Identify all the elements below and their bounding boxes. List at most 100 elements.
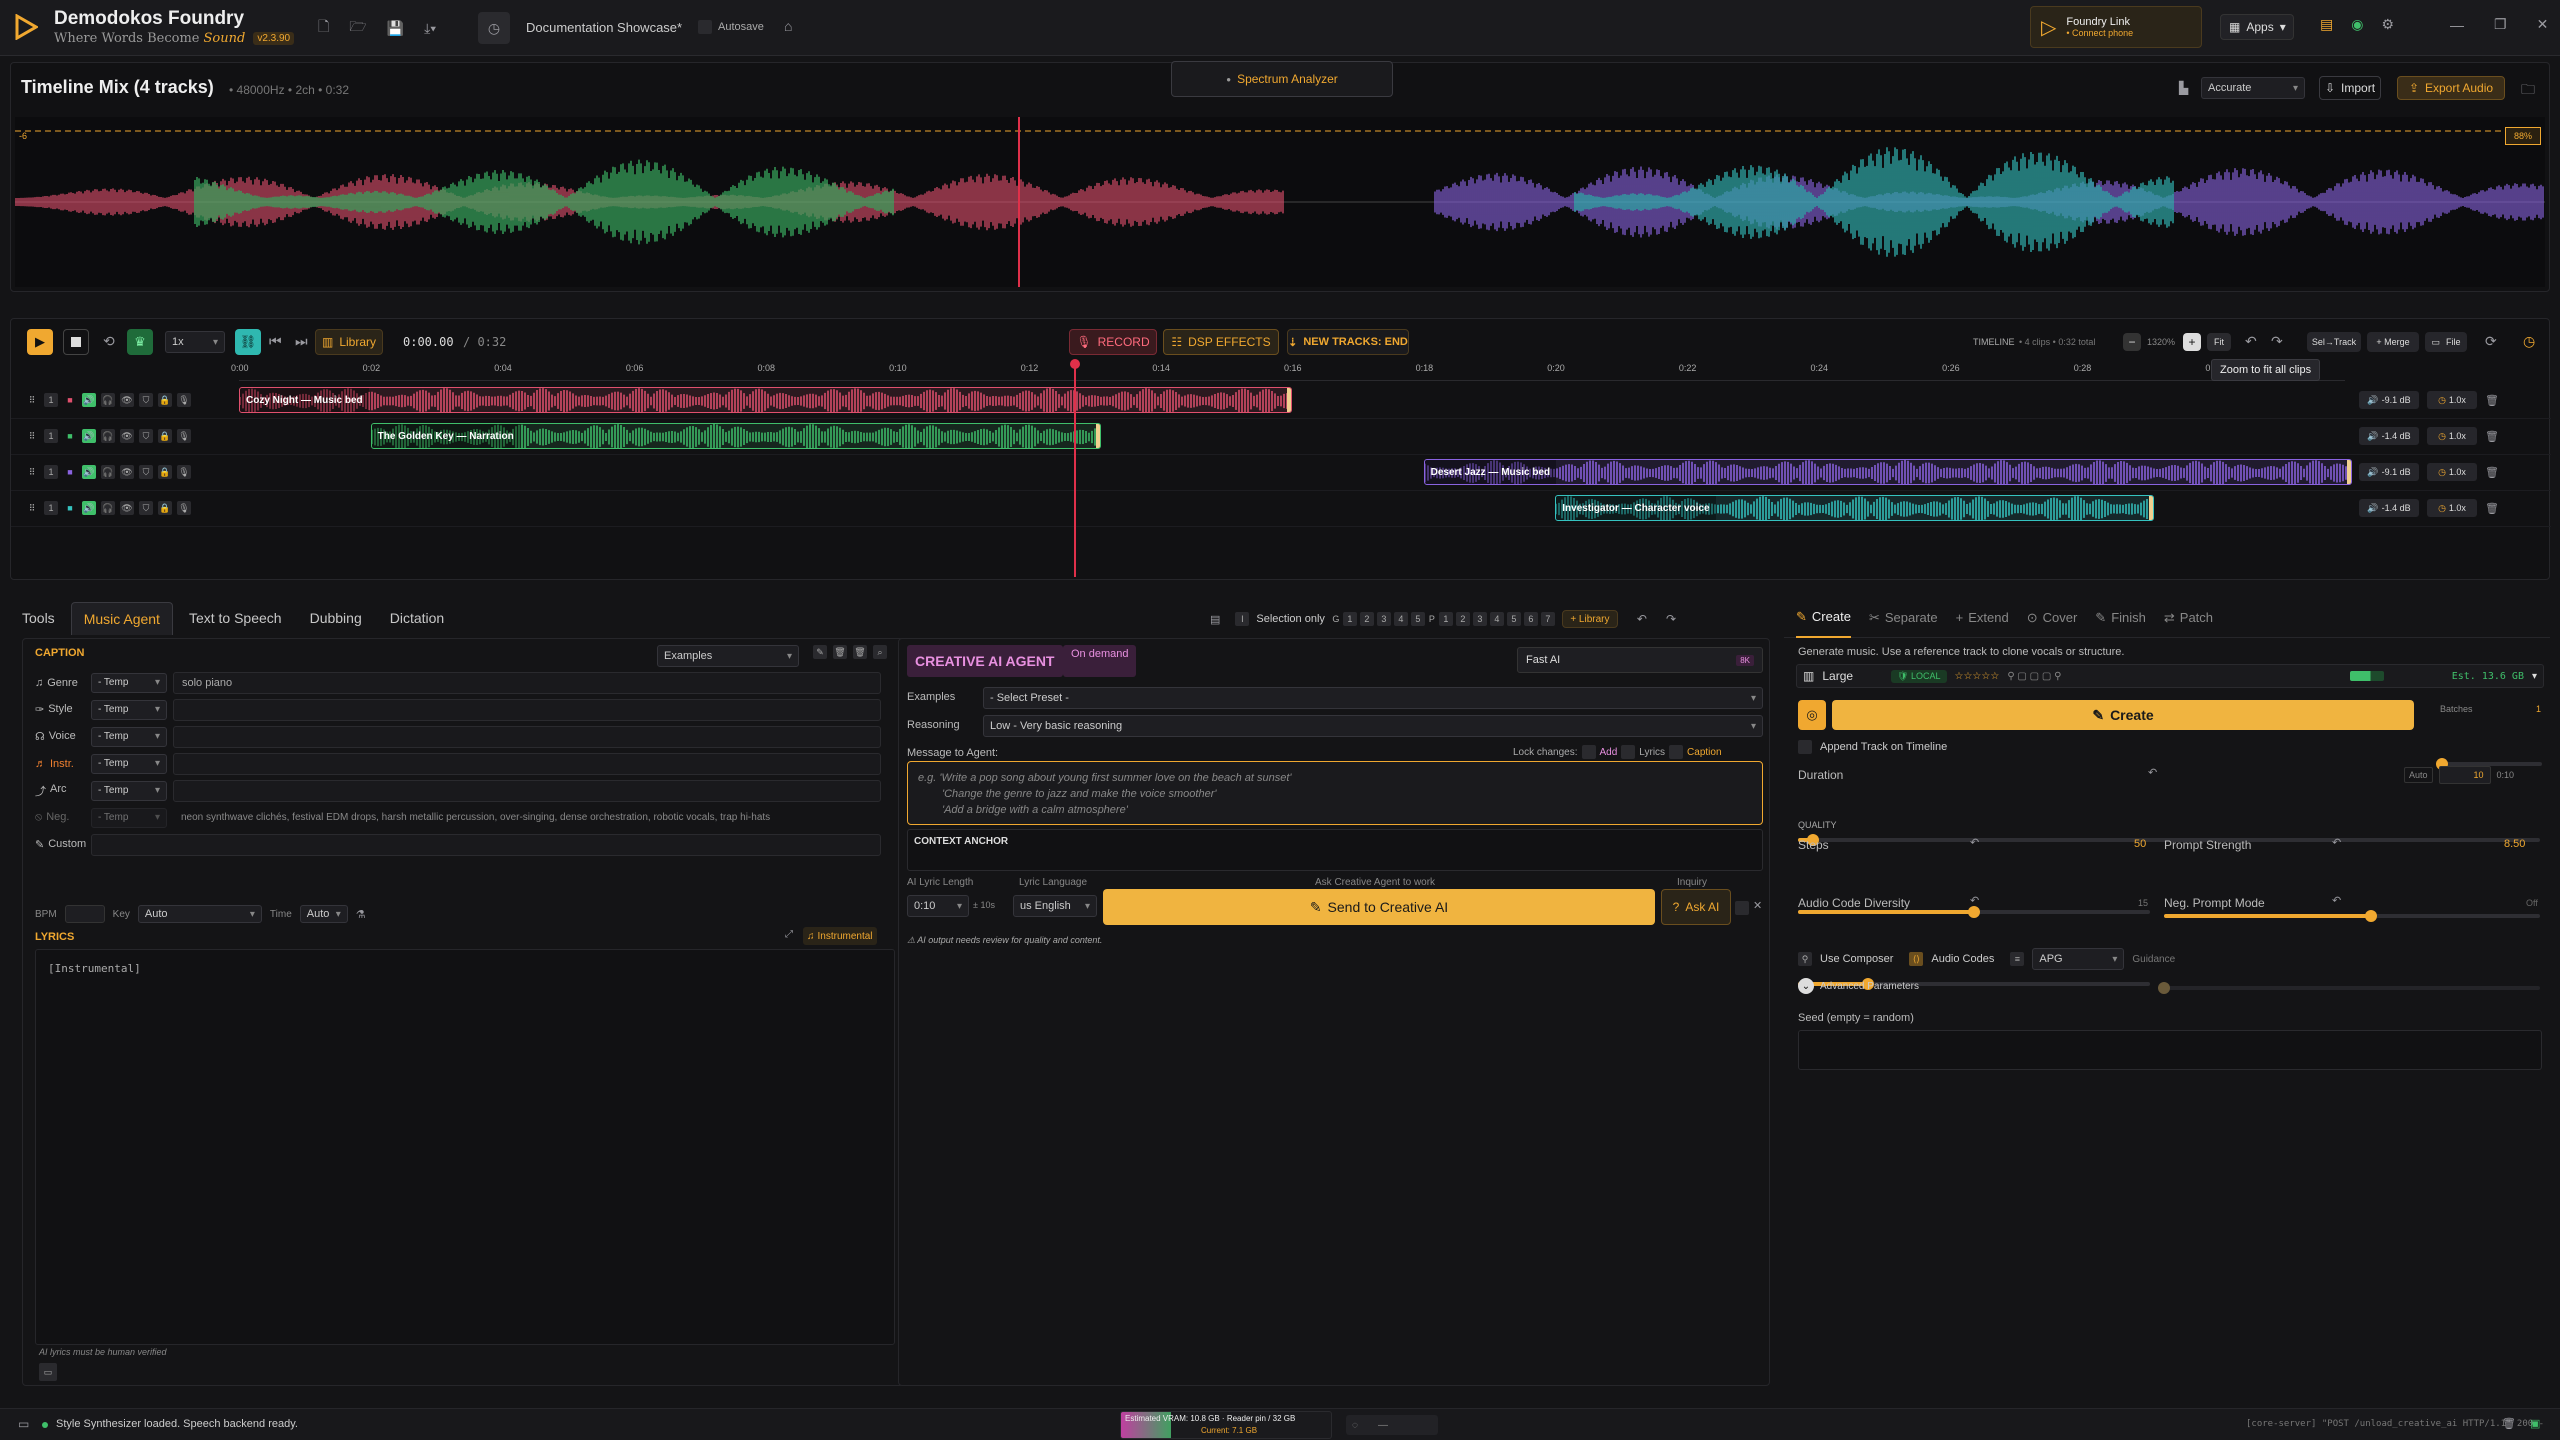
merge-button[interactable]: + Merge: [2367, 332, 2419, 352]
accuracy-select[interactable]: Accurate: [2201, 77, 2305, 99]
home-icon[interactable]: ⌂: [784, 18, 792, 34]
clip-trim-handle[interactable]: [2149, 496, 2154, 520]
brush-icon[interactable]: ✎: [813, 645, 827, 659]
time-sig-select[interactable]: Auto: [299, 905, 348, 923]
play-button[interactable]: ▶: [27, 329, 53, 355]
tab-patch[interactable]: ⇄ Patch: [2164, 598, 2213, 638]
visibility-icon[interactable]: 👁: [120, 393, 134, 407]
clip-trim-handle[interactable]: [1287, 388, 1291, 412]
settings-gear-icon[interactable]: ⚙: [2381, 16, 2394, 33]
tab-finish[interactable]: ✎ Finish: [2095, 598, 2146, 638]
comment-icon[interactable]: ▭: [39, 1363, 57, 1381]
trash-icon[interactable]: 🗑: [853, 645, 867, 659]
new-file-icon[interactable]: 🗋: [318, 16, 329, 40]
folder-icon[interactable]: 🗀: [2521, 79, 2535, 103]
save-icon[interactable]: 💾: [387, 20, 404, 37]
arm-icon[interactable]: 🎙: [177, 429, 191, 443]
track-volume[interactable]: 🔊 -9.1 dB: [2359, 463, 2419, 481]
tab-create[interactable]: ✎ Create: [1796, 598, 1851, 638]
tab-tools[interactable]: Tools: [10, 602, 67, 634]
send-creative-ai-button[interactable]: ✎ Send to Creative AI: [1103, 889, 1655, 925]
middle-redo-icon[interactable]: ↷: [1666, 612, 1676, 626]
track-volume[interactable]: 🔊 -1.4 dB: [2359, 427, 2419, 445]
lock-lyrics-checkbox[interactable]: [1621, 745, 1636, 759]
sel-to-track-button[interactable]: Sel→Track: [2307, 332, 2361, 352]
track-rate[interactable]: ◷ 1.0x: [2427, 463, 2477, 481]
preset-select[interactable]: - Select Preset -: [983, 687, 1763, 709]
lock-add-checkbox[interactable]: [1581, 745, 1596, 759]
append-checkbox[interactable]: [1798, 740, 1812, 754]
track-color-icon[interactable]: ■: [63, 429, 77, 443]
temperature-select[interactable]: - Temp: [91, 753, 167, 774]
delete-track-icon[interactable]: 🗑: [2485, 394, 2499, 407]
speed-select[interactable]: 1x: [165, 331, 225, 353]
export-audio-button[interactable]: ⇪ Export Audio: [2397, 76, 2505, 100]
timeline-clip[interactable]: Desert Jazz — Music bed: [1423, 459, 2352, 485]
middle-undo-icon[interactable]: ↶: [1637, 612, 1647, 626]
drag-handle-icon[interactable]: ⠿: [25, 393, 39, 407]
skip-forward-icon[interactable]: ⏭: [295, 333, 308, 350]
caption-examples-select[interactable]: Examples: [657, 645, 799, 667]
volume-icon[interactable]: 🔊: [82, 501, 96, 515]
steps-slider[interactable]: [1798, 906, 2150, 918]
lyric-language-select[interactable]: us English: [1013, 895, 1097, 917]
duration-auto-button[interactable]: Auto: [2404, 767, 2433, 783]
lock-icon[interactable]: 🔒: [158, 501, 172, 515]
hide-preview-button[interactable]: ◎: [1798, 700, 1826, 730]
message-textarea[interactable]: e.g. 'Write a pop song about young first…: [907, 761, 1763, 825]
playhead-handle[interactable]: [1070, 359, 1080, 369]
track-number[interactable]: 1: [44, 501, 58, 515]
selection-slot[interactable]: 5: [1410, 612, 1425, 626]
lock-icon[interactable]: 🔒: [158, 393, 172, 407]
autosave-toggle[interactable]: Autosave: [698, 20, 764, 34]
track-volume[interactable]: 🔊 -9.1 dB: [2359, 391, 2419, 409]
advanced-toggle[interactable]: ⌄ Advanced Parameters: [1798, 978, 1919, 994]
track-number[interactable]: 1: [44, 393, 58, 407]
tab-music-agent[interactable]: Music Agent: [70, 601, 173, 635]
clip-trim-handle[interactable]: [2346, 460, 2351, 484]
shield-icon[interactable]: ⛉: [139, 393, 153, 407]
caption-input[interactable]: [91, 833, 881, 856]
cancel-icon[interactable]: ✕: [1753, 899, 1762, 912]
drag-handle-icon[interactable]: ⠿: [25, 465, 39, 479]
neg-mode-reset-icon[interactable]: ↶: [2332, 894, 2341, 907]
neg-mode-slider[interactable]: [2158, 982, 2540, 994]
delete-track-icon[interactable]: 🗑: [2485, 430, 2499, 443]
tab-dictation[interactable]: Dictation: [378, 602, 456, 634]
record-button[interactable]: 🎙 RECORD: [1069, 329, 1157, 355]
track-number[interactable]: 1: [44, 465, 58, 479]
drag-handle-icon[interactable]: ⠿: [25, 501, 39, 515]
autosave-checkbox[interactable]: [698, 20, 712, 34]
restore-icon[interactable]: ❐: [2494, 16, 2507, 33]
delete-track-icon[interactable]: 🗑: [2485, 502, 2499, 515]
caption-input[interactable]: [173, 752, 881, 775]
track-rate[interactable]: ◷ 1.0x: [2427, 391, 2477, 409]
temperature-select[interactable]: - Temp: [91, 807, 167, 828]
visibility-icon[interactable]: 👁: [120, 465, 134, 479]
ask-ai-button[interactable]: ? Ask AI: [1661, 889, 1731, 925]
temperature-select[interactable]: - Temp: [91, 699, 167, 720]
timeline-clip[interactable]: Cozy Night — Music bed: [239, 387, 1292, 413]
drag-handle-icon[interactable]: ⠿: [25, 429, 39, 443]
instrumental-toggle[interactable]: ♫ Instrumental: [803, 927, 877, 945]
temperature-select[interactable]: - Temp: [91, 726, 167, 747]
selection-slot[interactable]: 2: [1455, 612, 1470, 626]
lyrics-editor[interactable]: [Instrumental]: [35, 949, 895, 1345]
delete-track-icon[interactable]: 🗑: [2485, 466, 2499, 479]
shield-icon[interactable]: ⛉: [139, 465, 153, 479]
history-button[interactable]: ◷: [478, 12, 510, 44]
minimize-icon[interactable]: —: [2450, 17, 2464, 33]
status-mini-control[interactable]: ◌ —: [1346, 1415, 1438, 1435]
create-button[interactable]: ✎ Create: [1832, 700, 2414, 730]
import-button[interactable]: ⇩ Import: [2319, 76, 2381, 100]
model-select[interactable]: Fast AI 8K: [1517, 647, 1763, 673]
tab-text-to-speech[interactable]: Text to Speech: [177, 602, 294, 634]
bpm-input[interactable]: [64, 905, 105, 923]
undo-icon[interactable]: ↶: [2245, 333, 2257, 350]
selection-slot[interactable]: P: [1428, 612, 1436, 626]
caption-input[interactable]: solo piano: [173, 671, 881, 694]
skip-back-icon[interactable]: ⏮: [269, 333, 282, 350]
new-tracks-button[interactable]: ⇣ NEW TRACKS: END: [1287, 329, 1409, 355]
cursor-icon[interactable]: I: [1235, 612, 1250, 626]
shield-icon[interactable]: ⛉: [139, 429, 153, 443]
